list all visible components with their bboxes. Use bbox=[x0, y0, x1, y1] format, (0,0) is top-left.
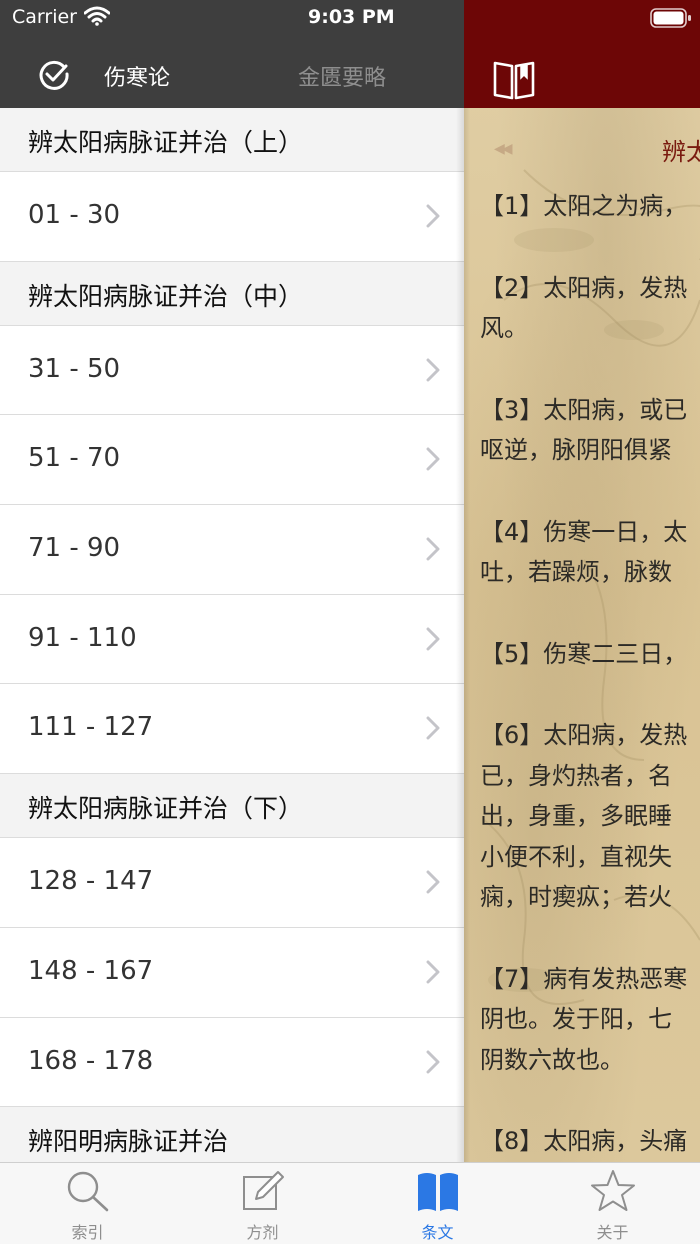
open-book-icon[interactable] bbox=[492, 58, 536, 100]
range-label: 51 - 70 bbox=[28, 443, 121, 474]
tab-formulas[interactable]: 方剂 bbox=[175, 1163, 350, 1244]
tab-bar: 索引 方剂 条文 关于 bbox=[0, 1162, 700, 1244]
chapter-list: 辨太阳病脉证并治（上） 01 - 30 辨太阳病脉证并治（中） 31 - 50 51 -… bbox=[0, 108, 464, 1162]
chevron-right-icon bbox=[426, 960, 440, 984]
range-row[interactable]: 148 - 167 bbox=[0, 927, 464, 1018]
verse-paragraph: 【1】太阳之为病， bbox=[480, 192, 688, 220]
section-title: 辨太阳病脉证并治（下） bbox=[28, 794, 304, 824]
range-label: 148 - 167 bbox=[28, 955, 154, 986]
edit-icon bbox=[242, 1171, 284, 1210]
chevron-right-icon bbox=[426, 1050, 440, 1073]
range-label: 91 - 110 bbox=[28, 622, 137, 653]
verse-list: 【1】太阳之为病， 【2】太阳病，发热 风。 【3】太阳病，或已 呕逆，脉阴阳俱紧【… bbox=[480, 186, 700, 1162]
section-header: 辨太阳病脉证并治（下） bbox=[0, 774, 464, 839]
verse-paragraph: 【5】伤寒二三日， bbox=[480, 639, 688, 668]
previous-chapter-button[interactable]: ◀◀ bbox=[494, 141, 512, 157]
section-header: 辨太阳病脉证并治（上） bbox=[0, 108, 464, 172]
index-drawer: 伤寒论 金匮要略 辨太阳病脉证并治（上） 01 - 30 辨太阳病脉证并治（中） 31… bbox=[0, 0, 464, 1162]
section-header: 辨太阳病脉证并治（中） bbox=[0, 261, 464, 326]
range-row[interactable]: 91 - 110 bbox=[0, 594, 464, 685]
chevron-right-icon bbox=[426, 870, 440, 894]
tab-articles[interactable]: 条文 bbox=[350, 1163, 525, 1244]
tab-articles-label: 条文 bbox=[421, 1223, 454, 1242]
chevron-right-icon bbox=[426, 716, 440, 740]
range-label: 01 - 30 bbox=[28, 200, 121, 230]
tab-formulas-label: 方剂 bbox=[246, 1223, 279, 1242]
check-circle-icon[interactable] bbox=[38, 58, 70, 90]
section-title: 辨阳明病脉证并治 bbox=[28, 1127, 229, 1157]
range-row[interactable]: 01 - 30 bbox=[0, 172, 464, 262]
range-row[interactable]: 71 - 90 bbox=[0, 505, 464, 595]
tab-jinguiyaolue[interactable]: 金匮要略 bbox=[298, 60, 386, 92]
tab-index-label: 索引 bbox=[71, 1223, 104, 1242]
clock: 9:03 PM bbox=[308, 6, 395, 28]
chevron-right-icon bbox=[426, 447, 440, 471]
chevron-right-icon bbox=[426, 537, 440, 561]
verse-paragraph: 【2】太阳病，发热 风。 bbox=[480, 273, 688, 343]
content-panel: ◀◀ 辨太 【1】太阳之为病， 【2】太阳病，发热 风。 【3】太阳病，或已 呕逆，… bbox=[464, 0, 700, 1162]
tab-about-label: 关于 bbox=[596, 1223, 629, 1242]
range-row[interactable]: 51 - 70 bbox=[0, 415, 464, 506]
verse-paragraph: 【8】太阳病，头痛 bbox=[480, 1127, 688, 1155]
range-label: 31 - 50 bbox=[28, 353, 121, 384]
battery-icon bbox=[650, 8, 691, 28]
chevron-right-icon bbox=[426, 204, 440, 228]
range-label: 111 - 127 bbox=[28, 712, 154, 743]
range-label: 128 - 147 bbox=[28, 866, 154, 897]
star-icon bbox=[590, 1170, 635, 1211]
verse-paragraph: 【3】太阳病，或已 呕逆，脉阴阳俱紧 bbox=[480, 395, 688, 465]
chevron-right-icon bbox=[426, 358, 440, 382]
wifi-icon bbox=[84, 6, 110, 26]
search-icon bbox=[67, 1171, 108, 1212]
verse-paragraph: 【4】伤寒一日，太 吐，若躁烦，脉数 bbox=[480, 517, 688, 587]
range-row[interactable]: 111 - 127 bbox=[0, 684, 464, 775]
tab-shanghanlun[interactable]: 伤寒论 bbox=[104, 60, 170, 92]
range-label: 168 - 178 bbox=[28, 1045, 154, 1076]
range-row[interactable]: 31 - 50 bbox=[0, 325, 464, 416]
book-icon bbox=[417, 1173, 458, 1211]
chapter-title: 辨太 bbox=[662, 138, 700, 166]
tab-about[interactable]: 关于 bbox=[525, 1163, 700, 1244]
verse-paragraph: 【7】病有发热恶寒 阴也。发于阳，七 阴数六故也。 bbox=[480, 964, 688, 1074]
status-bar: Carrier 9:03 PM bbox=[0, 0, 700, 36]
chevron-right-icon bbox=[426, 627, 440, 651]
carrier-label: Carrier bbox=[12, 6, 77, 28]
section-title: 辨太阳病脉证并治（上） bbox=[28, 128, 304, 157]
verse-paragraph: 【6】太阳病，发热 已，身灼热者，名 出，身重，多眠睡 小便不利，直视失 痫，时… bbox=[480, 721, 688, 911]
range-row[interactable]: 128 - 147 bbox=[0, 838, 464, 928]
range-row[interactable]: 168 - 178 bbox=[0, 1017, 464, 1108]
tab-index[interactable]: 索引 bbox=[0, 1163, 175, 1244]
section-title: 辨太阳病脉证并治（中） bbox=[28, 281, 304, 311]
drawer-shadow bbox=[456, 108, 470, 1162]
range-label: 71 - 90 bbox=[28, 533, 121, 564]
section-header: 辨阳明病脉证并治 bbox=[0, 1107, 464, 1162]
